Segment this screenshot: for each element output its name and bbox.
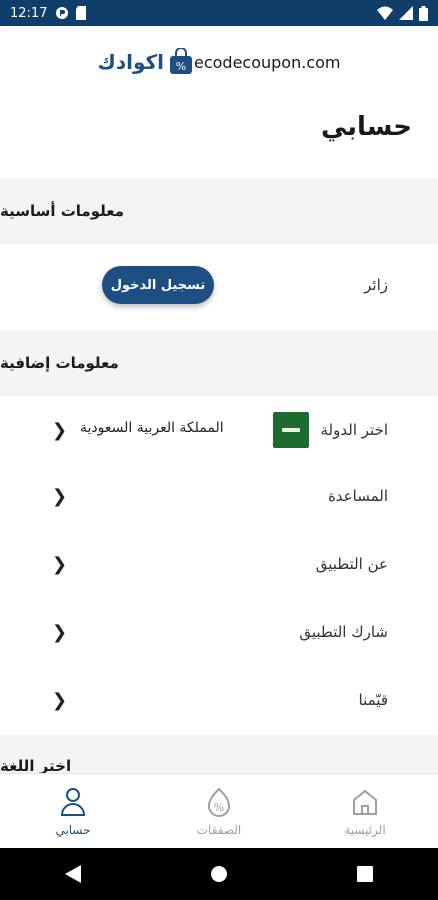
- country-value: المملكة العربية السعودية: [80, 420, 224, 436]
- chevron-left-icon: ❮: [52, 689, 68, 711]
- android-nav-bar: [0, 848, 438, 900]
- nav-account[interactable]: حسابي: [13, 787, 133, 837]
- login-button[interactable]: تسجيل الدخول: [102, 266, 214, 304]
- recents-icon[interactable]: [357, 866, 374, 882]
- help-row[interactable]: المساعدة ❮: [0, 462, 438, 530]
- svg-text:%: %: [176, 60, 186, 73]
- app-notification-icon: [56, 7, 69, 19]
- section-extra-info-title: معلومات إضافية: [0, 354, 119, 372]
- wifi-icon: [377, 6, 393, 20]
- rate-row[interactable]: قيّمنا ❮: [0, 666, 438, 734]
- about-label: عن التطبيق: [315, 555, 388, 573]
- app-logo-area: اكوادك % ecodecoupon.com: [0, 38, 438, 86]
- section-language: اختر اللغة: [0, 735, 438, 775]
- back-icon[interactable]: [64, 865, 81, 883]
- nav-account-label: حسابي: [55, 822, 91, 837]
- chevron-left-icon: ❮: [52, 419, 68, 441]
- discount-tag-icon: %: [207, 787, 231, 817]
- section-basic-info: معلومات أساسية: [0, 178, 438, 244]
- app-logo: اكوادك %: [98, 48, 194, 76]
- page-title: حسابي: [320, 112, 412, 142]
- section-basic-info-title: معلومات أساسية: [0, 202, 124, 220]
- saudi-flag-icon: [273, 412, 309, 448]
- visitor-label: زائر: [364, 276, 388, 294]
- nav-home[interactable]: الرئيسية: [305, 787, 425, 837]
- section-extra-info: معلومات إضافية: [0, 330, 438, 396]
- battery-icon: [419, 5, 428, 21]
- sd-card-icon: [76, 6, 87, 20]
- user-icon: [60, 787, 86, 816]
- nav-home-label: الرئيسية: [344, 822, 386, 837]
- country-label: اختر الدولة: [320, 421, 388, 439]
- chevron-left-icon: ❮: [52, 621, 68, 643]
- status-bar: 12:17: [0, 0, 438, 26]
- coupon-bag-icon: %: [169, 48, 192, 74]
- logo-text: اكوادك: [97, 50, 164, 74]
- share-label: شارك التطبيق: [299, 623, 388, 641]
- chevron-left-icon: ❮: [52, 553, 68, 575]
- bottom-nav: حسابي % الصفقات الرئيسية: [0, 773, 438, 849]
- svg-text:%: %: [214, 801, 224, 814]
- nav-deals-label: الصفقات: [196, 822, 242, 837]
- signal-icon: [399, 6, 413, 20]
- rate-label: قيّمنا: [358, 691, 388, 709]
- share-row[interactable]: شارك التطبيق ❮: [0, 598, 438, 666]
- home-circle-icon[interactable]: [210, 865, 228, 883]
- nav-deals[interactable]: % الصفقات: [159, 787, 279, 837]
- status-time: 12:17: [10, 5, 48, 21]
- about-row[interactable]: عن التطبيق ❮: [0, 530, 438, 598]
- home-icon: [353, 789, 377, 815]
- help-label: المساعدة: [327, 487, 388, 505]
- logo-subtext: ecodecoupon.com: [193, 52, 341, 72]
- chevron-left-icon: ❮: [52, 485, 68, 507]
